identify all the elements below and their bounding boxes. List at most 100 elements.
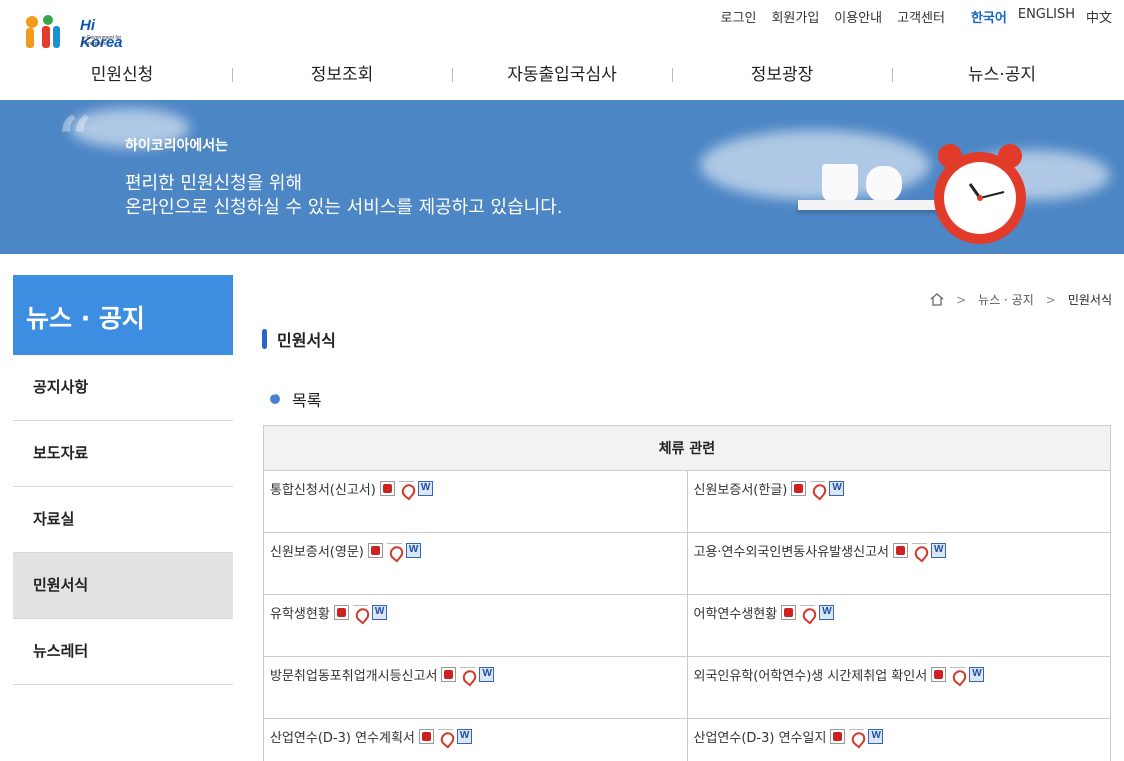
doc-file-icon[interactable] (829, 481, 845, 496)
hero-banner: “ 하이코리아에서는 편리한 민원신청을 위해 온라인으로 신청하실 수 있는 … (0, 100, 1124, 254)
table-row: 산업연수(D-3) 연수계획서 산업연수(D-3) 연수일지 (263, 718, 1111, 761)
pdf-file-icon[interactable] (810, 481, 826, 496)
form-name: 통합신청서(신고서) (270, 483, 376, 498)
form-cell: 방문취업동포취업개시등신고서 (263, 656, 688, 719)
sidebar-item-forms[interactable]: 민원서식 (13, 553, 233, 619)
bullet-icon (270, 389, 280, 404)
chevron-right-icon: > (1045, 292, 1056, 307)
lang-chinese[interactable]: 中文 (1086, 7, 1112, 26)
pdf-file-icon[interactable] (912, 543, 927, 558)
nav-info-plaza[interactable]: 정보광장 (672, 52, 892, 98)
form-cell: 고용·연수외국인변동사유발생신고서 (686, 532, 1111, 595)
pig-pot-icon (866, 166, 902, 202)
chevron-right-icon: > (956, 292, 967, 307)
hwp-file-icon[interactable] (781, 605, 797, 620)
signup-link[interactable]: 회원가입 (771, 7, 819, 26)
doc-file-icon[interactable] (868, 729, 884, 744)
doc-file-icon[interactable] (479, 667, 495, 682)
hwp-file-icon[interactable] (791, 481, 807, 496)
plant-pot-icon (822, 164, 858, 202)
breadcrumb: > 뉴스 · 공지 > 민원서식 (930, 291, 1112, 308)
form-name: 신원보증서(한글) (693, 483, 788, 498)
doc-file-icon[interactable] (417, 481, 433, 496)
doc-file-icon[interactable] (969, 667, 985, 682)
table-row: 유학생현황 어학연수생현황 (263, 594, 1111, 657)
form-cell: 외국인유학(어학연수)생 시간제취업 확인서 (686, 656, 1111, 719)
pdf-file-icon[interactable] (800, 605, 816, 620)
lang-korean[interactable]: 한국어 (971, 7, 1007, 26)
section-title: 목록 (270, 387, 321, 411)
table-row: 방문취업동포취업개시등신고서 외국인유학(어학연수)생 시간제취업 확인서 (263, 656, 1111, 719)
nav-news-notice[interactable]: 뉴스·공지 (892, 52, 1112, 98)
alarm-clock-icon (934, 144, 1026, 244)
hwp-file-icon[interactable] (379, 481, 395, 496)
pdf-file-icon[interactable] (352, 605, 368, 620)
hi-korea-logo[interactable]: Hi Korea e-Government for Foreigners (20, 12, 140, 51)
nav-info-lookup[interactable]: 정보조회 (232, 52, 452, 98)
pdf-file-icon[interactable] (460, 667, 476, 682)
nav-auto-immigration[interactable]: 자동출입국심사 (452, 52, 672, 98)
forms-table-body: 통합신청서(신고서) 신원보증서(한글) 신원보증서(영문) 고용·연수외국인변동사유… (263, 470, 1111, 761)
hwp-file-icon[interactable] (830, 729, 846, 744)
logo-subtext: e-Government for Foreigners (82, 35, 122, 47)
sidebar-item-newsletter[interactable]: 뉴스레터 (13, 619, 233, 685)
breadcrumb-current: 민원서식 (1067, 293, 1112, 307)
hwp-file-icon[interactable] (893, 543, 908, 558)
hwp-file-icon[interactable] (931, 667, 947, 682)
pdf-file-icon[interactable] (386, 543, 402, 558)
hwp-file-icon[interactable] (367, 543, 383, 558)
logo-mark-icon (26, 15, 60, 48)
form-name: 신원보증서(영문) (270, 545, 364, 560)
form-name: 방문취업동포취업개시등신고서 (270, 669, 438, 684)
nav-civil-application[interactable]: 민원신청 (12, 52, 232, 98)
home-icon[interactable] (930, 293, 944, 306)
form-cell: 유학생현황 (263, 594, 688, 657)
breadcrumb-item[interactable]: 뉴스 · 공지 (978, 291, 1034, 308)
lang-english[interactable]: ENGLISH (1018, 7, 1075, 26)
page-title-text: 민원서식 (277, 331, 336, 350)
doc-file-icon[interactable] (456, 729, 472, 744)
form-name: 어학연수생현황 (693, 607, 778, 622)
form-name: 유학생현황 (270, 607, 330, 622)
sidebar-title: 뉴스 · 공지 (13, 275, 233, 355)
form-cell: 신원보증서(한글) (686, 470, 1111, 533)
title-bar-icon (262, 329, 267, 349)
main-nav: 민원신청 정보조회 자동출입국심사 정보광장 뉴스·공지 (12, 52, 1112, 98)
forms-table: 체류 관련 통합신청서(신고서) 신원보증서(한글) 신원보증서(영문) 고용·연수외… (263, 425, 1111, 761)
sidebar-item-notices[interactable]: 공지사항 (13, 355, 233, 421)
table-row: 신원보증서(영문) 고용·연수외국인변동사유발생신고서 (263, 532, 1111, 595)
pdf-file-icon[interactable] (437, 729, 453, 744)
form-name: 산업연수(D-3) 연수일지 (693, 731, 827, 746)
doc-file-icon[interactable] (819, 605, 835, 620)
banner-line-1: 편리한 민원신청을 위해 (125, 173, 303, 194)
page-title: 민원서식 (262, 327, 336, 351)
doc-file-icon[interactable] (931, 543, 946, 558)
form-cell: 신원보증서(영문) (263, 532, 688, 595)
banner-line-2: 온라인으로 신청하실 수 있는 서비스를 제공하고 있습니다. (125, 197, 563, 218)
utility-nav: 로그인 회원가입 이용안내 고객센터 한국어 ENGLISH 中文 (706, 7, 1112, 26)
form-name: 고용·연수외국인변동사유발생신고서 (693, 545, 890, 560)
table-header: 체류 관련 (263, 425, 1111, 471)
form-cell: 산업연수(D-3) 연수계획서 (263, 718, 688, 761)
login-link[interactable]: 로그인 (721, 7, 757, 26)
pdf-file-icon[interactable] (849, 729, 865, 744)
form-cell: 통합신청서(신고서) (263, 470, 688, 533)
pdf-file-icon[interactable] (950, 667, 966, 682)
pdf-file-icon[interactable] (398, 481, 414, 496)
form-name: 외국인유학(어학연수)생 시간제취업 확인서 (693, 669, 928, 684)
form-cell: 어학연수생현황 (686, 594, 1111, 657)
form-cell: 산업연수(D-3) 연수일지 (686, 718, 1111, 761)
customer-center-link[interactable]: 고객센터 (897, 7, 945, 26)
section-title-text: 목록 (292, 391, 322, 410)
form-name: 산업연수(D-3) 연수계획서 (270, 731, 415, 746)
guide-link[interactable]: 이용안내 (834, 7, 882, 26)
sidebar-item-press[interactable]: 보도자료 (13, 421, 233, 487)
sidebar-item-archive[interactable]: 자료실 (13, 487, 233, 553)
doc-file-icon[interactable] (371, 605, 387, 620)
table-row: 통합신청서(신고서) 신원보증서(한글) (263, 470, 1111, 533)
hwp-file-icon[interactable] (441, 667, 457, 682)
hwp-file-icon[interactable] (418, 729, 434, 744)
doc-file-icon[interactable] (405, 543, 421, 558)
banner-subtitle: 하이코리아에서는 (125, 138, 229, 154)
hwp-file-icon[interactable] (333, 605, 349, 620)
